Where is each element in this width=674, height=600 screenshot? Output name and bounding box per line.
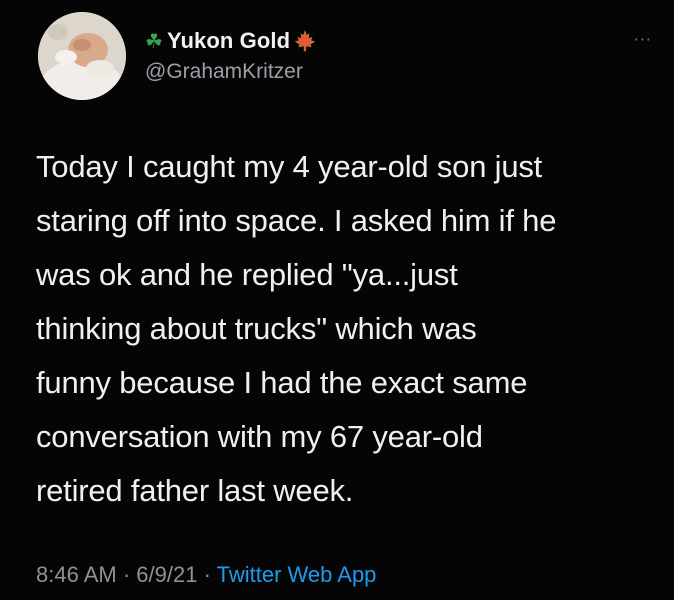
tweet-text-line: was ok and he replied "ya...just: [36, 257, 458, 292]
user-handle[interactable]: @GrahamKritzer: [145, 60, 614, 84]
meta-separator: ·: [203, 562, 211, 587]
tweet-text-line: Today I caught my 4 year-old son just: [36, 149, 543, 184]
tweet-date[interactable]: 6/9/21: [136, 562, 197, 587]
tweet-source-link[interactable]: Twitter Web App: [217, 562, 377, 587]
tweet-text-line: retired father last week.: [36, 473, 354, 508]
more-options-icon[interactable]: ···: [634, 30, 652, 49]
baby-photo-avatar-icon: [38, 12, 126, 100]
tweet-meta: 8:46 AM · 6/9/21 · Twitter Web App: [36, 562, 376, 588]
tweet-text-line: conversation with my 67 year-old: [36, 419, 483, 454]
tweet-text-line: staring off into space. I asked him if h…: [36, 203, 557, 238]
four-leaf-clover-icon: ☘: [145, 29, 163, 53]
tweet-card: ☘ Yukon Gold @GrahamKritzer ··· Today I …: [0, 0, 674, 600]
tweet-text-line: funny because I had the exact same: [36, 365, 528, 400]
maple-leaf-icon: [294, 30, 316, 52]
avatar[interactable]: [38, 12, 126, 100]
name-row[interactable]: ☘ Yukon Gold: [145, 26, 614, 56]
tweet-time[interactable]: 8:46 AM: [36, 562, 117, 587]
tweet-header: ☘ Yukon Gold @GrahamKritzer: [145, 26, 614, 84]
meta-separator: ·: [122, 562, 131, 587]
tweet-text-line: thinking about trucks" which was: [36, 311, 477, 346]
display-name[interactable]: Yukon Gold: [167, 28, 290, 54]
tweet-text: Today I caught my 4 year-old son just st…: [36, 140, 656, 518]
